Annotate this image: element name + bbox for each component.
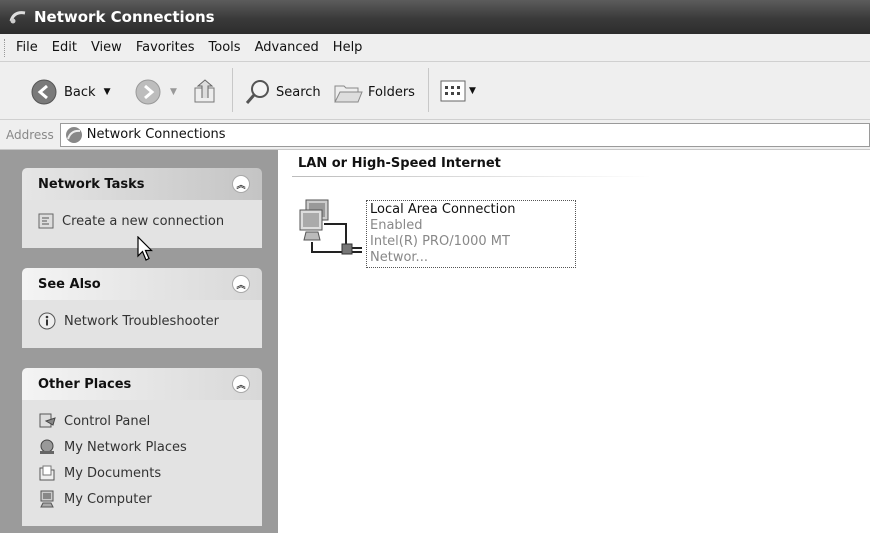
network-connections-icon — [65, 126, 82, 143]
menu-tools[interactable]: Tools — [209, 40, 241, 55]
menu-bar: File Edit View Favorites Tools Advanced … — [0, 34, 870, 62]
my-network-places-label: My Network Places — [64, 439, 187, 455]
group-header: LAN or High-Speed Internet — [298, 156, 501, 171]
folders-button[interactable]: Folders — [332, 78, 415, 106]
menu-help[interactable]: Help — [333, 40, 363, 55]
collapse-chevron-icon[interactable]: ︽ — [232, 175, 250, 193]
other-places-header[interactable]: Other Places ︽ — [22, 368, 262, 400]
see-also-title: See Also — [38, 276, 101, 292]
network-troubleshooter-link[interactable]: Network Troubleshooter — [38, 308, 262, 334]
new-connection-icon — [38, 213, 54, 229]
up-folder-button[interactable] — [192, 78, 220, 106]
search-button[interactable]: Search — [244, 78, 321, 106]
collapse-chevron-icon[interactable]: ︽ — [232, 275, 250, 293]
local-area-connection-item[interactable]: Local Area Connection Enabled Intel(R) P… — [366, 200, 576, 268]
control-panel-link[interactable]: Control Panel — [38, 408, 262, 434]
connection-device: Intel(R) PRO/1000 MT Networ... — [370, 234, 510, 265]
search-label: Search — [276, 84, 321, 100]
forward-dropdown-icon[interactable]: ▼ — [170, 87, 177, 97]
my-documents-link[interactable]: My Documents — [38, 460, 262, 486]
address-label: Address — [6, 127, 54, 142]
menu-favorites[interactable]: Favorites — [136, 40, 195, 55]
my-computer-link[interactable]: My Computer — [38, 486, 262, 512]
my-network-places-link[interactable]: My Network Places — [38, 434, 262, 460]
my-computer-label: My Computer — [64, 491, 152, 507]
my-documents-label: My Documents — [64, 465, 162, 481]
mouse-pointer-icon — [137, 236, 153, 261]
folders-icon — [334, 85, 363, 103]
info-icon — [38, 312, 56, 330]
address-value: Network Connections — [86, 127, 226, 142]
back-label: Back — [64, 84, 96, 100]
see-also-body: Network Troubleshooter — [22, 300, 262, 348]
toolbar-separator — [428, 68, 429, 112]
views-button[interactable]: ▼ — [440, 80, 476, 102]
views-icon — [440, 80, 466, 102]
address-field[interactable]: Network Connections — [59, 122, 870, 147]
network-tasks-title: Network Tasks — [38, 176, 145, 192]
connection-status: Enabled — [370, 218, 423, 233]
title-bar: Network Connections — [0, 0, 870, 34]
menu-view[interactable]: View — [91, 40, 122, 55]
toolbar-separator — [232, 68, 233, 112]
menu-file[interactable]: File — [16, 40, 38, 55]
network-places-icon — [40, 439, 54, 454]
menu-edit[interactable]: Edit — [52, 40, 77, 55]
documents-folder-icon — [39, 465, 55, 481]
see-also-panel: See Also ︽ Network Troubleshooter — [22, 268, 262, 348]
control-panel-label: Control Panel — [64, 413, 151, 429]
up-folder-icon — [194, 79, 215, 103]
network-connections-icon — [9, 11, 26, 24]
network-tasks-header[interactable]: Network Tasks ︽ — [22, 168, 262, 200]
create-new-connection-label: Create a new connection — [62, 213, 225, 229]
back-dropdown-icon[interactable]: ▼ — [104, 87, 111, 97]
folders-label: Folders — [368, 84, 415, 100]
network-troubleshooter-label: Network Troubleshooter — [64, 313, 219, 329]
views-dropdown-icon[interactable]: ▼ — [469, 86, 476, 96]
standard-toolbar: Back ▼ ▼ Search Folders ▼ — [0, 62, 870, 120]
search-icon — [245, 80, 269, 104]
lan-connection-icon[interactable] — [298, 196, 364, 256]
see-also-header[interactable]: See Also ︽ — [22, 268, 262, 300]
connection-name: Local Area Connection — [370, 202, 516, 217]
window-title: Network Connections — [34, 8, 215, 26]
forward-arrow-icon — [135, 79, 161, 105]
computer-icon — [40, 490, 54, 508]
other-places-panel: Other Places ︽ Control Panel My Network … — [22, 368, 262, 526]
address-bar: Address Network Connections — [0, 120, 870, 150]
create-new-connection-link[interactable]: Create a new connection — [38, 208, 262, 234]
other-places-title: Other Places — [38, 376, 132, 392]
forward-button[interactable]: ▼ — [134, 78, 177, 106]
control-panel-icon — [39, 413, 56, 428]
menu-advanced[interactable]: Advanced — [255, 40, 319, 55]
connections-list: LAN or High-Speed Internet Local Area Co… — [278, 150, 870, 533]
other-places-body: Control Panel My Network Places My Docum… — [22, 400, 262, 526]
back-arrow-icon — [31, 79, 57, 105]
collapse-chevron-icon[interactable]: ︽ — [232, 375, 250, 393]
group-divider — [292, 176, 652, 177]
back-button[interactable]: Back ▼ — [30, 78, 110, 106]
menu-grip — [4, 39, 7, 57]
task-pane: Network Tasks ︽ Create a new connection … — [0, 150, 278, 533]
